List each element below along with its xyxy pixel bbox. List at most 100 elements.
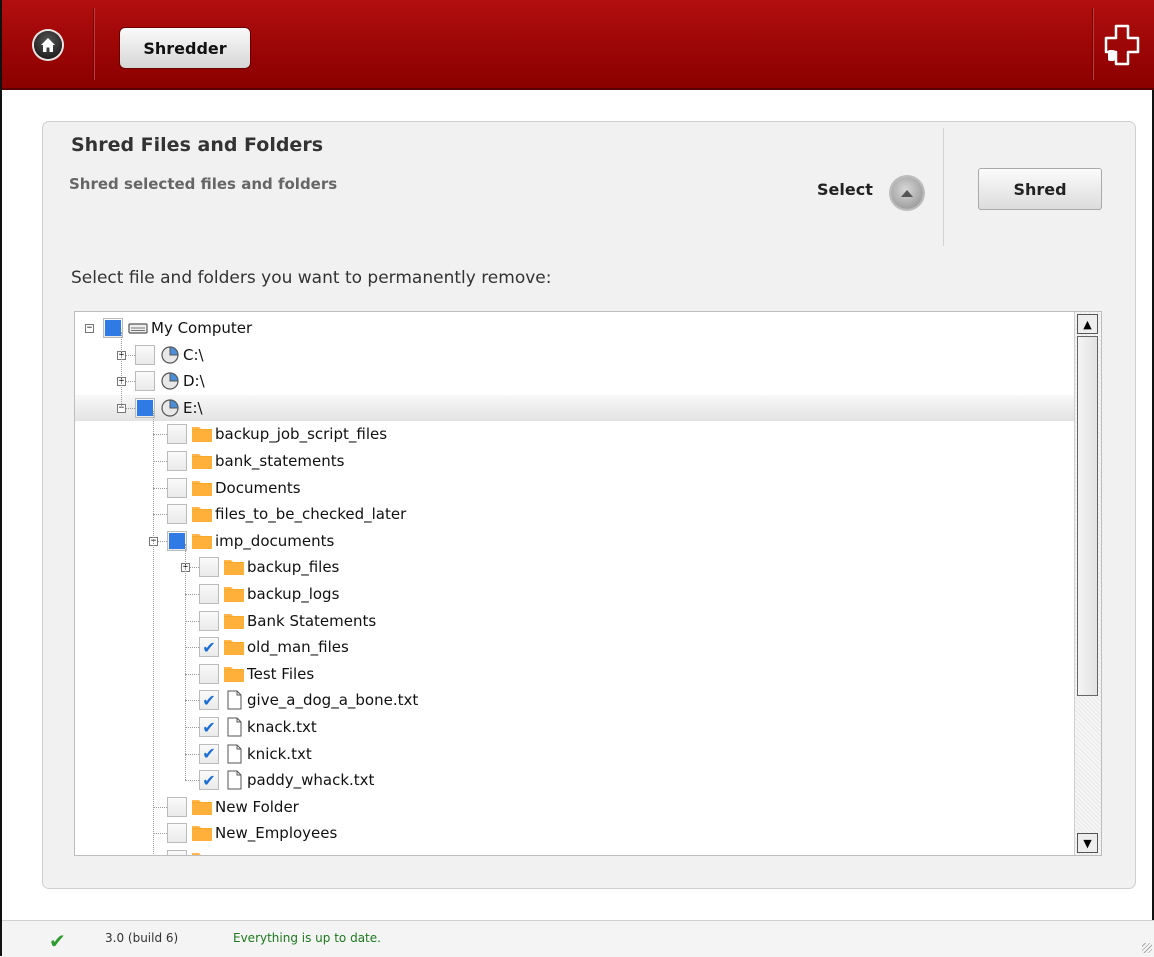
tree-checkbox[interactable] [103,318,123,338]
folder-icon [192,480,212,496]
tree-checkbox[interactable] [167,451,187,471]
tree-checkbox[interactable]: ✔ [199,717,219,737]
tree-item-label: backup_job_script_files [215,425,388,444]
tree-item-label: imp_documents [215,531,335,550]
vertical-scrollbar[interactable]: ▲ ▼ [1074,312,1101,855]
tree-item-label: knick.txt [247,744,312,763]
tree-item-label: C:\ [183,345,204,364]
tree-item-label: D:\ [183,372,205,391]
tree-item-label: Documents [215,478,301,497]
scroll-down-button[interactable]: ▼ [1077,833,1098,853]
tree-row[interactable]: Documents [75,475,1075,501]
tree-checkbox[interactable]: ✔ [199,690,219,711]
tree-checkbox[interactable] [167,424,187,445]
tree-checkbox[interactable]: ✔ [199,637,219,658]
tree-checkbox[interactable] [167,823,187,844]
tree-guide-line [121,331,122,408]
panel-divider [943,128,944,246]
select-label: Select [817,180,873,199]
tree-checkbox[interactable] [199,610,219,631]
tree-item-label: bank_statements [215,452,345,470]
status-bar: ✔ 3.0 (build 6) Everything is up to date… [2,920,1154,957]
tree-checkbox[interactable]: ✔ [199,743,219,764]
tree-row[interactable]: ✔ knack.txt [75,714,1075,740]
tree-item-label: New_Employees [215,824,338,843]
home-icon [41,38,55,52]
tree-checkbox[interactable] [167,477,187,498]
tree-row[interactable]: backup_job_script_files [75,421,1075,447]
tree-row[interactable]: ✔ knick.txt [75,741,1075,767]
folder-icon [224,613,244,629]
folder-icon [224,560,244,576]
tree-row[interactable]: − imp_documents [75,528,1075,554]
tree-item-label: backup_files [247,558,340,577]
shred-button[interactable]: Shred [978,168,1102,210]
panel-subtitle: Shred selected files and folders [69,175,338,193]
tree-row[interactable]: backup_logs [75,581,1075,607]
home-button[interactable] [34,31,62,59]
tree-row[interactable]: files_to_be_checked_later [75,501,1075,527]
folder-icon [224,587,244,602]
tree-row[interactable]: − My Computer [75,315,1075,341]
instruction-text: Select file and folders you want to perm… [71,268,552,288]
tree-item-label: Test Files [247,664,315,683]
chevron-up-icon [901,190,913,197]
drive-icon [161,372,179,390]
collapse-toggle[interactable]: − [85,324,94,333]
tree-checkbox[interactable]: ✔ [199,770,219,791]
checkmark-icon: ✔ [49,929,66,953]
tree-checkbox[interactable] [135,371,155,392]
file-icon [227,770,242,790]
shredder-tab[interactable]: Shredder [119,27,251,69]
tree-row[interactable]: + backup_files [75,554,1075,580]
tree-item-label: paddy_whack.txt [247,771,375,790]
folder-icon [192,853,201,855]
tree-row[interactable]: bank_statements [75,448,1075,474]
folder-icon [192,799,212,815]
computer-icon [128,323,148,334]
resize-grip[interactable] [1142,943,1152,953]
file-tree[interactable]: − My Computer + C:\ + D:\ − E:\ backup_job_scrip… [74,311,1102,856]
tree-checkbox[interactable] [167,530,187,551]
tree-guide-line [185,544,186,781]
tree-checkbox[interactable] [167,850,187,855]
tree-checkbox[interactable] [199,663,219,684]
drive-icon [161,399,179,417]
tree-item-label: old_man_files [247,638,349,657]
app-window: Shredder Shred Files and Folders Shred s… [0,0,1154,957]
folder-icon [224,640,244,656]
select-button[interactable] [891,177,923,209]
tree-checkbox[interactable] [167,796,187,817]
folder-icon [192,826,212,842]
tree-row[interactable]: New_Employees [75,820,1075,846]
tree-item-label: files_to_be_checked_later [215,505,407,524]
header-bar: Shredder [2,0,1154,90]
header-divider-right [1092,8,1093,80]
scroll-thumb[interactable] [1077,336,1098,696]
tree-item-label: backup_logs [247,585,340,603]
tree-row[interactable]: − E:\ [75,394,1075,421]
scroll-up-button[interactable]: ▲ [1077,314,1098,334]
tree-row[interactable]: ✔ old_man_files [75,634,1075,660]
tree-checkbox[interactable] [199,584,219,604]
tree-row[interactable]: ✔ paddy_whack.txt [75,767,1075,793]
folder-icon [224,666,244,682]
tree-row[interactable]: ✔ give_a_dog_a_bone.txt [75,687,1075,713]
tree-row[interactable]: Bank Statements [75,608,1075,634]
tree-item-label: E:\ [183,398,203,417]
tree-checkbox[interactable] [167,504,187,525]
folder-icon [192,427,212,443]
tree-item-label: give_a_dog_a_bone.txt [247,691,419,710]
tree-row[interactable] [75,847,1075,855]
status-message: Everything is up to date. [233,931,381,945]
tree-row[interactable]: + C:\ [75,342,1075,368]
tree-row[interactable]: + D:\ [75,368,1075,394]
tree-checkbox[interactable] [135,397,155,418]
tree-checkbox[interactable] [199,557,219,578]
version-text: 3.0 (build 6) [105,931,179,945]
tree-item-label: My Computer [151,319,253,337]
tree-row[interactable]: Test Files [75,661,1075,687]
tree-row[interactable]: New Folder [75,794,1075,820]
file-icon [227,690,242,710]
tree-checkbox[interactable] [135,344,155,365]
